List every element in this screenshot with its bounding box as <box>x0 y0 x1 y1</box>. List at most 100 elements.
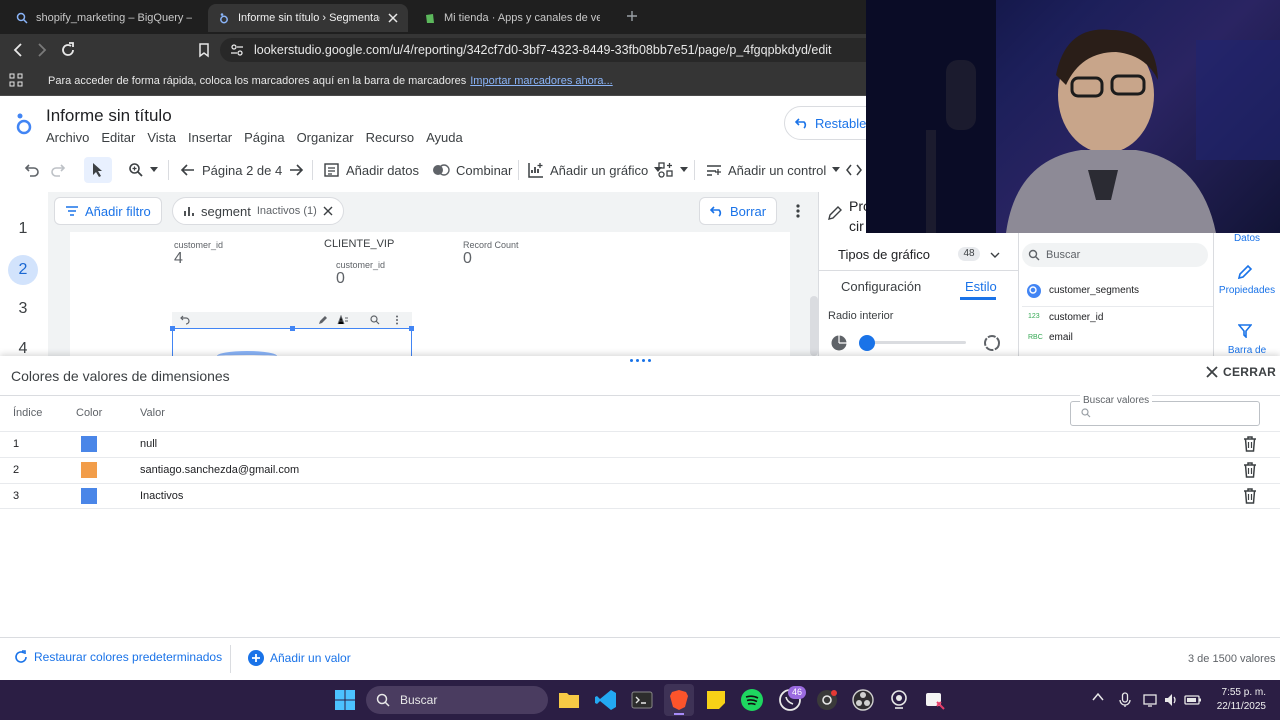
field-search[interactable]: Buscar <box>1022 243 1208 267</box>
search-values-input[interactable] <box>1096 405 1252 421</box>
tab-configuracion[interactable]: Configuración <box>841 279 921 294</box>
scorecard-value[interactable]: 4 <box>174 250 183 268</box>
resize-handle[interactable] <box>409 326 414 331</box>
menu-archivo[interactable]: Archivo <box>46 130 89 145</box>
menu-ayuda[interactable]: Ayuda <box>426 130 463 145</box>
color-swatch[interactable] <box>81 462 97 478</box>
field-email[interactable]: email <box>1049 332 1073 343</box>
spotify-icon[interactable] <box>740 688 764 712</box>
sort-icon[interactable] <box>337 315 349 325</box>
terminal-icon[interactable] <box>630 688 654 712</box>
menu-vista[interactable]: Vista <box>147 130 176 145</box>
resize-handle[interactable] <box>170 326 175 331</box>
network-icon[interactable] <box>1143 692 1159 708</box>
resize-handle[interactable] <box>630 359 651 362</box>
color-swatch[interactable] <box>81 436 97 452</box>
code-embed-button[interactable] <box>846 154 862 186</box>
obs-icon[interactable] <box>851 688 875 712</box>
delete-icon[interactable] <box>1242 435 1258 453</box>
segment-filter-chip[interactable]: segment Inactivos (1) <box>172 197 344 225</box>
more-vert-icon[interactable] <box>394 315 400 325</box>
field-customer-id[interactable]: customer_id <box>1049 312 1103 323</box>
file-explorer-icon[interactable] <box>557 688 581 712</box>
undo-icon[interactable] <box>24 162 40 178</box>
color-swatch[interactable] <box>81 488 97 504</box>
more-vert-icon[interactable] <box>793 203 803 219</box>
menu-pagina[interactable]: Página <box>244 130 284 145</box>
add-value-button[interactable]: Añadir un valor <box>248 650 351 666</box>
arrow-left-icon[interactable] <box>180 162 196 178</box>
looker-logo-icon[interactable] <box>14 112 34 136</box>
reload-icon[interactable] <box>60 42 76 58</box>
taskbar-search[interactable]: Buscar <box>366 686 548 714</box>
vscode-icon[interactable] <box>594 688 618 712</box>
chevron-down-icon[interactable] <box>990 252 1000 259</box>
resize-handle[interactable] <box>290 326 295 331</box>
add-data-button[interactable]: Añadir datos <box>324 154 419 186</box>
import-bookmarks-link[interactable]: Importar marcadores ahora... <box>470 75 612 87</box>
add-filter-button[interactable]: Añadir filtro <box>54 197 162 225</box>
add-control-button[interactable]: Añadir un control <box>706 154 841 186</box>
browser-tab-active[interactable]: Informe sin título › Segmentación <box>208 4 408 32</box>
webcam-app-icon[interactable] <box>887 688 911 712</box>
inner-radius-slider[interactable] <box>864 341 966 344</box>
add-chart-button[interactable]: Añadir un gráfico <box>528 154 663 186</box>
report-title[interactable]: Informe sin título <box>46 106 172 126</box>
site-info-icon[interactable] <box>230 44 244 56</box>
page-indicator[interactable]: Página 2 de 4 <box>202 163 282 178</box>
datasource-name[interactable]: customer_segments <box>1049 285 1139 296</box>
menu-organizar[interactable]: Organizar <box>297 130 354 145</box>
scorecard-value[interactable]: 0 <box>336 270 345 288</box>
battery-icon[interactable] <box>1184 693 1202 707</box>
select-tool-button[interactable] <box>84 157 112 183</box>
address-bar[interactable]: lookerstudio.google.com/u/4/reporting/34… <box>220 38 880 62</box>
browser-tab[interactable]: shopify_marketing – BigQuery – Shop <box>6 4 202 32</box>
close-icon[interactable] <box>388 13 398 23</box>
redo-icon[interactable] <box>50 162 66 178</box>
side-tab-properties[interactable]: Propiedades <box>1216 286 1278 296</box>
back-icon[interactable] <box>10 42 26 58</box>
close-button[interactable]: CERRAR <box>1206 365 1276 379</box>
snipping-tool-icon[interactable] <box>923 688 947 712</box>
add-component-button[interactable] <box>658 154 688 186</box>
chart-types-label[interactable]: Tipos de gráfico <box>838 247 930 262</box>
canvas-scrollbar[interactable] <box>810 296 818 356</box>
apps-grid-icon[interactable] <box>9 73 23 87</box>
side-tab-data[interactable]: Datos <box>1218 233 1276 244</box>
tab-estilo[interactable]: Estilo <box>965 279 997 294</box>
microphone-icon[interactable] <box>1119 692 1131 708</box>
page-thumb-2[interactable]: 2 <box>8 255 38 285</box>
side-tab-filter[interactable]: Barra de <box>1218 345 1276 356</box>
davinci-icon[interactable] <box>815 688 839 712</box>
blend-button[interactable]: Combinar <box>432 154 512 186</box>
page-navigator: Página 2 de 4 <box>180 154 304 186</box>
zoom-button[interactable] <box>128 154 158 186</box>
volume-icon[interactable] <box>1163 692 1179 708</box>
edit-icon[interactable] <box>318 315 328 325</box>
arrow-right-icon[interactable] <box>288 162 304 178</box>
menu-recurso[interactable]: Recurso <box>366 130 414 145</box>
restore-colors-button[interactable]: Restaurar colores predeterminados <box>14 650 222 664</box>
chevron-up-icon[interactable] <box>1092 692 1104 702</box>
clear-filters-button[interactable]: Borrar <box>699 197 778 225</box>
bookmark-icon[interactable] <box>196 42 212 58</box>
browser-tab[interactable]: Mi tienda · Apps y canales de venta <box>414 4 610 32</box>
delete-icon[interactable] <box>1242 487 1258 505</box>
windows-start-icon[interactable] <box>333 688 357 712</box>
sticky-notes-icon[interactable] <box>704 688 728 712</box>
page-thumb-3[interactable]: 3 <box>8 294 38 324</box>
slider-thumb[interactable] <box>859 335 875 351</box>
close-icon[interactable] <box>323 206 333 216</box>
menu-editar[interactable]: Editar <box>101 130 135 145</box>
undo-icon[interactable] <box>180 315 190 325</box>
system-clock[interactable]: 7:55 p. m. 22/11/2025 <box>1206 686 1266 714</box>
explore-icon[interactable] <box>370 315 380 325</box>
selected-chart-frame[interactable] <box>170 326 414 356</box>
brave-taskbar-item[interactable] <box>664 684 694 716</box>
new-tab-icon[interactable] <box>624 8 640 24</box>
scorecard-value[interactable]: 0 <box>463 250 472 268</box>
delete-icon[interactable] <box>1242 461 1258 479</box>
menu-insertar[interactable]: Insertar <box>188 130 232 145</box>
forward-icon[interactable] <box>34 42 50 58</box>
page-thumb-1[interactable]: 1 <box>8 214 38 244</box>
